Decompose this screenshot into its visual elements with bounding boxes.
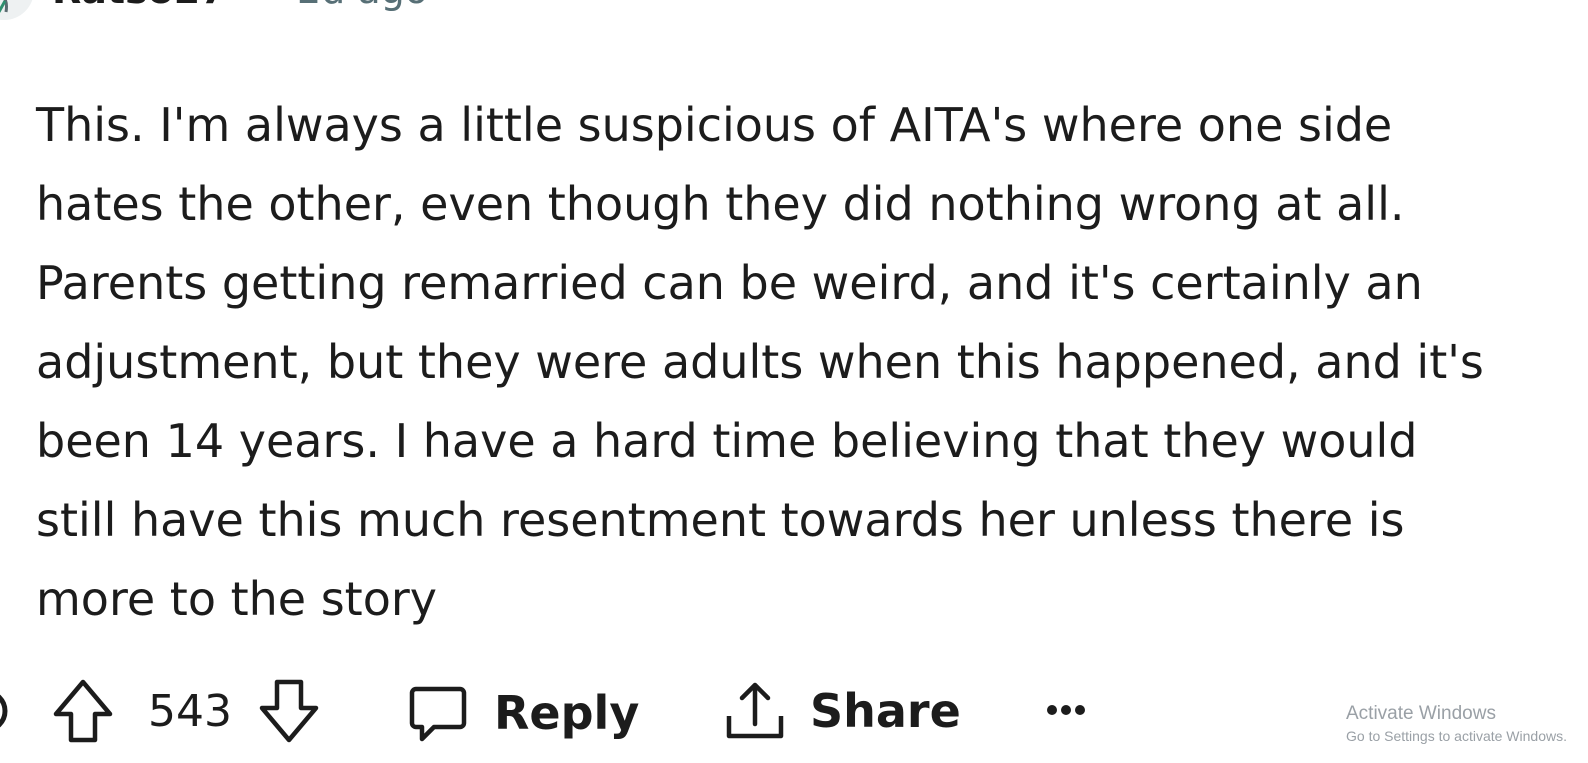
comment-line: hates the other, even though they did no… xyxy=(36,177,1405,231)
watermark-subtitle: Go to Settings to activate Windows. xyxy=(1346,728,1567,744)
speech-bubble-icon xyxy=(409,686,467,742)
reply-label: Reply xyxy=(494,686,640,740)
vote-score: 543 xyxy=(148,686,232,737)
downvote-icon[interactable] xyxy=(258,678,320,744)
reply-button[interactable]: Reply xyxy=(408,678,639,748)
comment-timestamp[interactable]: 2d ago xyxy=(297,0,428,12)
comment-author[interactable]: Ratso27 xyxy=(52,0,227,12)
meta-separator: • xyxy=(262,0,280,7)
comment-line: adjustment, but they were adults when th… xyxy=(36,335,1484,389)
avatar-image xyxy=(0,0,33,20)
share-label: Share xyxy=(810,684,961,738)
comment-line: more to the story xyxy=(36,572,437,626)
comment-line: This. I'm always a little suspicious of … xyxy=(36,98,1393,152)
share-button[interactable]: Share xyxy=(724,676,961,746)
comment-line: been 14 years. I have a hard time believ… xyxy=(36,414,1418,468)
comment-body: This. I'm always a little suspicious of … xyxy=(36,86,1576,639)
collapse-thread-icon[interactable] xyxy=(0,686,10,736)
user-avatar[interactable] xyxy=(0,0,34,20)
upvote-icon[interactable] xyxy=(52,678,114,744)
watermark-title: Activate Windows xyxy=(1346,703,1496,724)
ellipsis-icon[interactable] xyxy=(1042,690,1090,730)
comment-line: Parents getting remarried can be weird, … xyxy=(36,256,1423,310)
share-upload-icon xyxy=(726,682,784,739)
activate-windows-watermark: Activate Windows Go to Settings to activ… xyxy=(1346,702,1567,746)
comment-line: still have this much resentment towards … xyxy=(36,493,1405,547)
